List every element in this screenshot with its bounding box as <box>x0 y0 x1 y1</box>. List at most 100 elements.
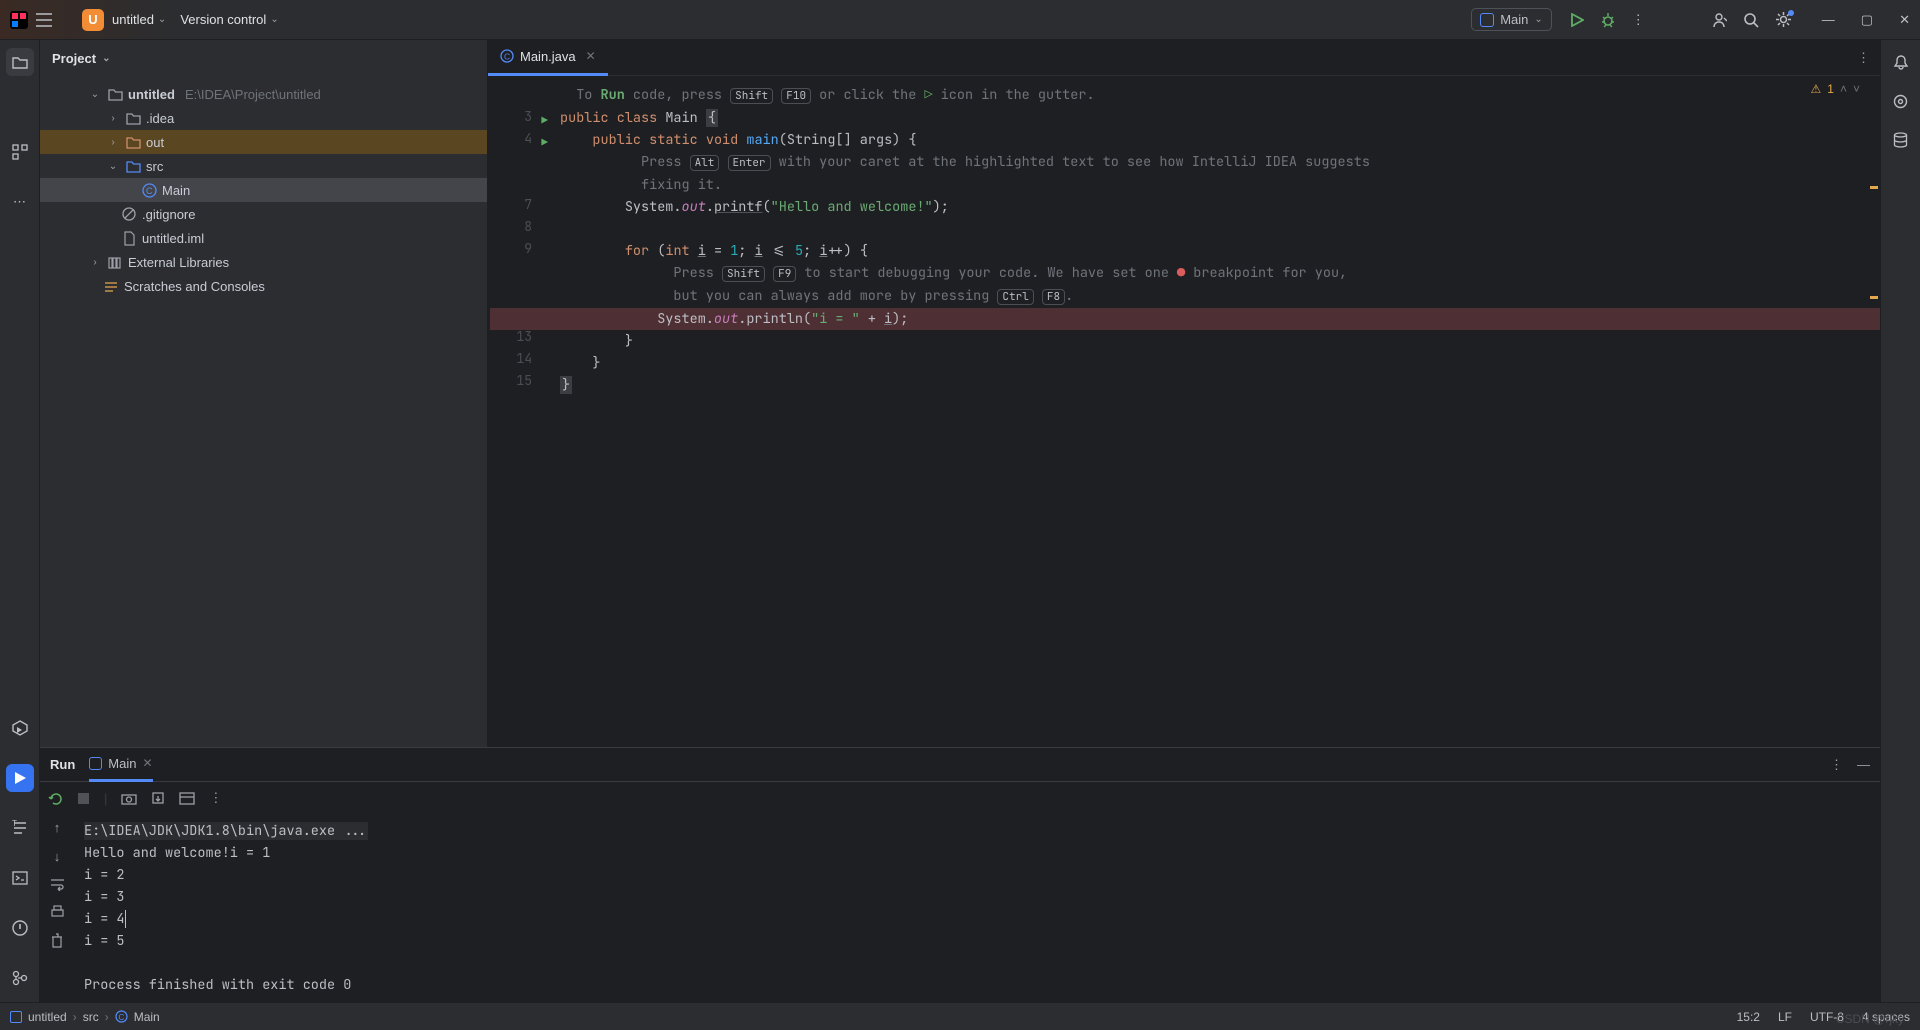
left-tool-rail: ⋯ T <box>0 40 40 1002</box>
tree-scratches[interactable]: Scratches and Consoles <box>40 274 487 298</box>
file-icon <box>120 231 138 246</box>
run-icon[interactable] <box>1570 13 1584 27</box>
expand-arrow-icon[interactable]: › <box>106 113 120 124</box>
stop-icon[interactable] <box>77 792 90 805</box>
tree-item-iml[interactable]: untitled.iml <box>40 226 487 250</box>
caret-position[interactable]: 15:2 <box>1737 1010 1760 1024</box>
vcs-label: Version control <box>180 12 266 27</box>
scratches-icon <box>102 280 120 293</box>
close-tab-icon[interactable]: ✕ <box>586 49 596 63</box>
module-icon <box>10 1011 22 1023</box>
main-menu-icon[interactable] <box>36 13 52 27</box>
layout-icon[interactable] <box>179 792 195 805</box>
line-number: 7 <box>524 196 532 213</box>
rerun-icon[interactable] <box>48 791 63 806</box>
console-line: i = 5 <box>84 932 125 950</box>
tree-item-idea[interactable]: › .idea <box>40 106 487 130</box>
folder-icon <box>124 112 142 125</box>
ignore-file-icon <box>120 207 138 221</box>
tree-label: Scratches and Consoles <box>124 279 265 294</box>
watermark: CSDN @rjky <box>1836 1012 1904 1026</box>
structure-tool-button[interactable] <box>6 138 34 166</box>
run-tab[interactable]: Main ✕ <box>89 748 152 782</box>
editor-code[interactable]: To Run code, press Shift F10 or click th… <box>538 76 1880 747</box>
editor-tabs: C Main.java ✕ ⋮ <box>488 40 1880 76</box>
scroll-down-icon[interactable]: ↓ <box>54 849 61 864</box>
panel-options-icon[interactable]: ⋮ <box>1830 757 1843 773</box>
navigation-bar[interactable]: untitled › src › C Main <box>10 1010 160 1024</box>
chevron-down-icon: ⌄ <box>158 14 166 25</box>
code-with-me-icon[interactable] <box>1711 12 1727 28</box>
more-actions-icon[interactable]: ⋮ <box>1632 12 1645 28</box>
problems-tool-button[interactable] <box>6 914 34 942</box>
exit-line: Process finished with exit code 0 <box>84 976 351 994</box>
project-panel-header[interactable]: Project ⌄ <box>40 40 487 76</box>
tab-actions-icon[interactable]: ⋮ <box>1857 50 1870 66</box>
svg-text:C: C <box>146 186 153 196</box>
expand-arrow-icon[interactable]: › <box>106 137 120 148</box>
project-tool-button[interactable] <box>6 48 34 76</box>
tree-item-src[interactable]: ⌄ src <box>40 154 487 178</box>
tree-root[interactable]: ⌄ untitled E:\IDEA\Project\untitled <box>40 82 487 106</box>
crumb[interactable]: Main <box>134 1010 160 1024</box>
tree-external-libs[interactable]: › External Libraries <box>40 250 487 274</box>
project-dropdown[interactable]: untitled ⌄ <box>112 12 166 27</box>
chevron-right-icon: › <box>105 1010 109 1024</box>
run-configuration-selector[interactable]: Main ⌄ <box>1471 8 1552 31</box>
notifications-icon[interactable] <box>1893 54 1909 71</box>
project-panel: Project ⌄ ⌄ untitled E:\IDEA\Project\unt… <box>40 40 488 747</box>
vcs-tool-button[interactable] <box>6 964 34 992</box>
project-badge[interactable]: U <box>82 9 104 31</box>
editor-gutter[interactable]: 3▶ 4▶ 7 8 9 13 14 15 <box>488 76 538 747</box>
build-tool-button[interactable]: T <box>6 814 34 842</box>
database-icon[interactable] <box>1893 132 1908 149</box>
ai-assistant-icon[interactable] <box>1892 93 1909 110</box>
chevron-right-icon: › <box>73 1010 77 1024</box>
minimize-button[interactable]: — <box>1822 12 1835 28</box>
line-number: 9 <box>524 240 532 257</box>
project-name: untitled <box>112 12 154 27</box>
folder-icon <box>124 136 142 149</box>
debug-icon[interactable] <box>1600 12 1616 28</box>
tree-label: .gitignore <box>142 207 195 222</box>
terminal-tool-button[interactable] <box>6 864 34 892</box>
console-output[interactable]: E:\IDEA\JDK\JDK1.8\bin\java.exe ... Hell… <box>74 814 1880 1002</box>
hide-panel-icon[interactable]: — <box>1857 757 1870 773</box>
crumb[interactable]: src <box>83 1010 99 1024</box>
editor-tab[interactable]: C Main.java ✕ <box>488 40 608 76</box>
settings-icon[interactable] <box>1775 11 1792 28</box>
tree-item-out[interactable]: › out <box>40 130 487 154</box>
class-icon: C <box>500 49 514 63</box>
more-toolbar-icon[interactable]: ⋮ <box>209 790 222 806</box>
folder-icon <box>106 88 124 101</box>
line-separator[interactable]: LF <box>1778 1010 1792 1024</box>
editor-panel: C Main.java ✕ ⋮ ⚠ 1 ˄ ˅ 3▶ <box>488 40 1880 747</box>
close-tab-icon[interactable]: ✕ <box>142 756 152 770</box>
console-line: i = 4 <box>84 910 125 928</box>
tree-item-main[interactable]: C Main <box>40 178 487 202</box>
export-icon[interactable] <box>151 791 165 805</box>
vcs-dropdown[interactable]: Version control ⌄ <box>180 12 278 27</box>
soft-wrap-icon[interactable] <box>50 878 65 891</box>
error-stripe[interactable] <box>1868 76 1880 747</box>
expand-arrow-icon[interactable]: › <box>88 257 102 268</box>
expand-arrow-icon[interactable]: ⌄ <box>88 89 102 100</box>
clear-icon[interactable] <box>50 933 64 948</box>
tree-item-gitignore[interactable]: .gitignore <box>40 202 487 226</box>
run-config-icon <box>89 757 102 770</box>
run-tool-button[interactable] <box>6 764 34 792</box>
search-everywhere-icon[interactable] <box>1743 12 1759 28</box>
run-toolbar: | ⋮ <box>40 782 1880 814</box>
services-tool-button[interactable] <box>6 714 34 742</box>
scroll-up-icon[interactable]: ↑ <box>54 820 61 835</box>
print-icon[interactable] <box>50 905 65 919</box>
svg-text:C: C <box>118 1013 124 1022</box>
more-tools-icon[interactable]: ⋯ <box>6 188 34 216</box>
close-button[interactable]: ✕ <box>1899 12 1910 28</box>
crumb[interactable]: untitled <box>28 1010 67 1024</box>
expand-arrow-icon[interactable]: ⌄ <box>106 161 120 172</box>
line-number: 15 <box>516 372 532 389</box>
command-line: E:\IDEA\JDK\JDK1.8\bin\java.exe ... <box>84 822 368 840</box>
maximize-button[interactable]: ▢ <box>1861 12 1873 28</box>
screenshot-icon[interactable] <box>121 792 137 805</box>
